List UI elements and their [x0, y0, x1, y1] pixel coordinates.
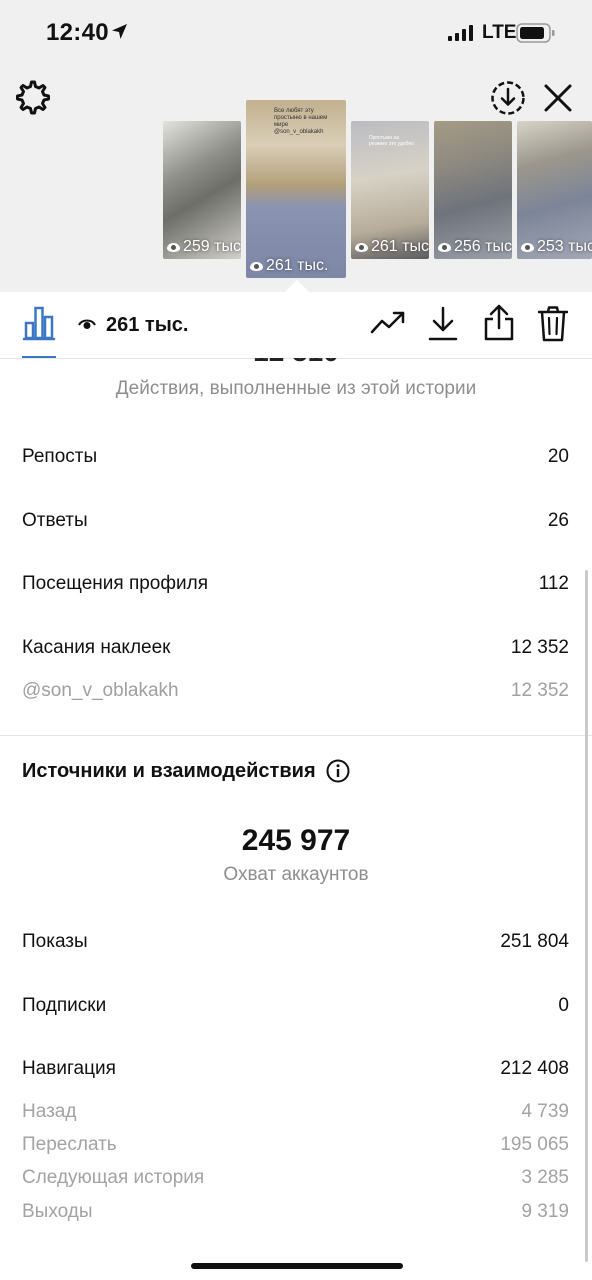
metric-value: 26	[547, 510, 569, 531]
promote-trend-icon[interactable]	[370, 307, 406, 337]
story-thumbnail[interactable]: Простыни на резинке это удобно 261 тыс.	[351, 121, 429, 259]
metric-label: Подписки	[22, 995, 107, 1016]
metric-label: Показы	[22, 931, 88, 952]
battery-icon	[516, 23, 555, 43]
scrollbar[interactable]	[585, 570, 588, 1262]
metric-value: 4 739	[521, 1101, 569, 1122]
metric-row-sticker-taps: Касания наклеек 12 352	[22, 637, 569, 659]
gear-icon[interactable]	[15, 80, 51, 116]
save-to-device-icon[interactable]	[490, 80, 526, 116]
metric-row-profile-visits: Посещения профиля 112	[22, 573, 569, 595]
story-caption: Все любят эту простыню в нашем мире @son_…	[274, 108, 328, 135]
actions-caption: Действия, выполненные из этой истории	[115, 378, 477, 399]
metric-value: 0	[558, 995, 569, 1016]
share-icon[interactable]	[483, 304, 515, 342]
metric-value: 251 804	[500, 931, 569, 952]
metric-label: Ответы	[22, 510, 88, 531]
metric-label: Выходы	[22, 1201, 93, 1222]
metric-value: 112	[538, 573, 569, 594]
metric-label: Навигация	[22, 1058, 116, 1079]
metric-row-navigation: Навигация 212 408	[22, 1058, 569, 1080]
metric-label: Репосты	[22, 446, 98, 467]
metric-value: 20	[547, 446, 569, 467]
story-views: 253 тыс.	[537, 238, 592, 255]
nav-row-next-story: Следующая история 3 285	[22, 1167, 569, 1189]
metric-row-replies: Ответы 26	[22, 510, 569, 532]
metric-label: Посещения профиля	[22, 573, 208, 594]
close-icon[interactable]	[543, 83, 573, 113]
download-icon[interactable]	[428, 306, 458, 342]
eye-icon	[167, 242, 180, 252]
story-mention-tag: @son_v_oblakakh	[274, 129, 324, 135]
views-total: 261 тыс.	[106, 314, 189, 336]
eye-icon	[521, 242, 534, 252]
story-thumbnail[interactable]: 259 тыс.	[163, 121, 241, 259]
metric-value: 212 408	[500, 1058, 569, 1079]
metric-row-follows: Подписки 0	[22, 995, 569, 1017]
metric-value: 9 319	[521, 1201, 569, 1222]
story-thumbnail[interactable]: 253 тыс.	[517, 121, 592, 259]
story-views: 256 тыс.	[454, 238, 512, 255]
cellular-signal-icon	[448, 25, 473, 41]
nav-row-exits: Выходы 9 319	[22, 1201, 569, 1223]
actions-total: 12 510	[0, 358, 592, 368]
nav-row-forward: Переслать 195 065	[22, 1134, 569, 1156]
section-divider	[0, 735, 592, 736]
eye-icon	[250, 261, 263, 271]
metric-row-impressions: Показы 251 804	[22, 931, 569, 953]
metric-value: 12 352	[510, 680, 569, 701]
metric-row-reposts: Репосты 20	[22, 446, 569, 468]
location-arrow-icon	[112, 24, 127, 39]
insights-chart-icon[interactable]	[22, 305, 56, 341]
metric-label: Следующая история	[22, 1167, 205, 1188]
reach-caption: Охват аккаунтов	[223, 864, 369, 885]
eye-icon	[438, 242, 451, 252]
status-time: 12:40	[46, 19, 109, 46]
status-bar: 12:40 LTE	[0, 0, 592, 66]
story-views: 261 тыс.	[371, 238, 429, 255]
story-caption: Простыни на резинке это удобно	[369, 135, 414, 147]
metric-label: Касания наклеек	[22, 637, 171, 658]
eye-icon	[78, 319, 96, 329]
metric-row-sticker-mention: @son_v_oblakakh 12 352	[22, 680, 569, 702]
eye-icon	[355, 242, 368, 252]
story-views: 259 тыс.	[183, 238, 241, 255]
metric-label: Переслать	[22, 1134, 117, 1155]
metric-value: 3 285	[521, 1167, 569, 1188]
story-views: 261 тыс.	[266, 257, 329, 274]
insights-toolbar: 261 тыс.	[0, 292, 592, 359]
story-thumbnail[interactable]: 256 тыс.	[434, 121, 512, 259]
metric-label: Назад	[22, 1101, 77, 1122]
metric-value: 12 352	[510, 637, 569, 658]
story-thumbnail-selected[interactable]: Все любят эту простыню в нашем мире @son_…	[246, 100, 346, 278]
metric-value: 195 065	[500, 1134, 569, 1155]
info-icon[interactable]	[326, 759, 350, 783]
discovery-section-title: Источники и взаимодействия	[22, 759, 350, 783]
metric-label: @son_v_oblakakh	[22, 680, 179, 701]
network-type: LTE	[482, 22, 517, 43]
nav-row-back: Назад 4 739	[22, 1101, 569, 1123]
reach-number: 245 977	[241, 824, 351, 857]
trash-icon[interactable]	[538, 306, 568, 342]
insights-content[interactable]: 12 510 Действия, выполненные из этой ист…	[0, 358, 592, 1280]
home-indicator[interactable]	[191, 1263, 403, 1269]
